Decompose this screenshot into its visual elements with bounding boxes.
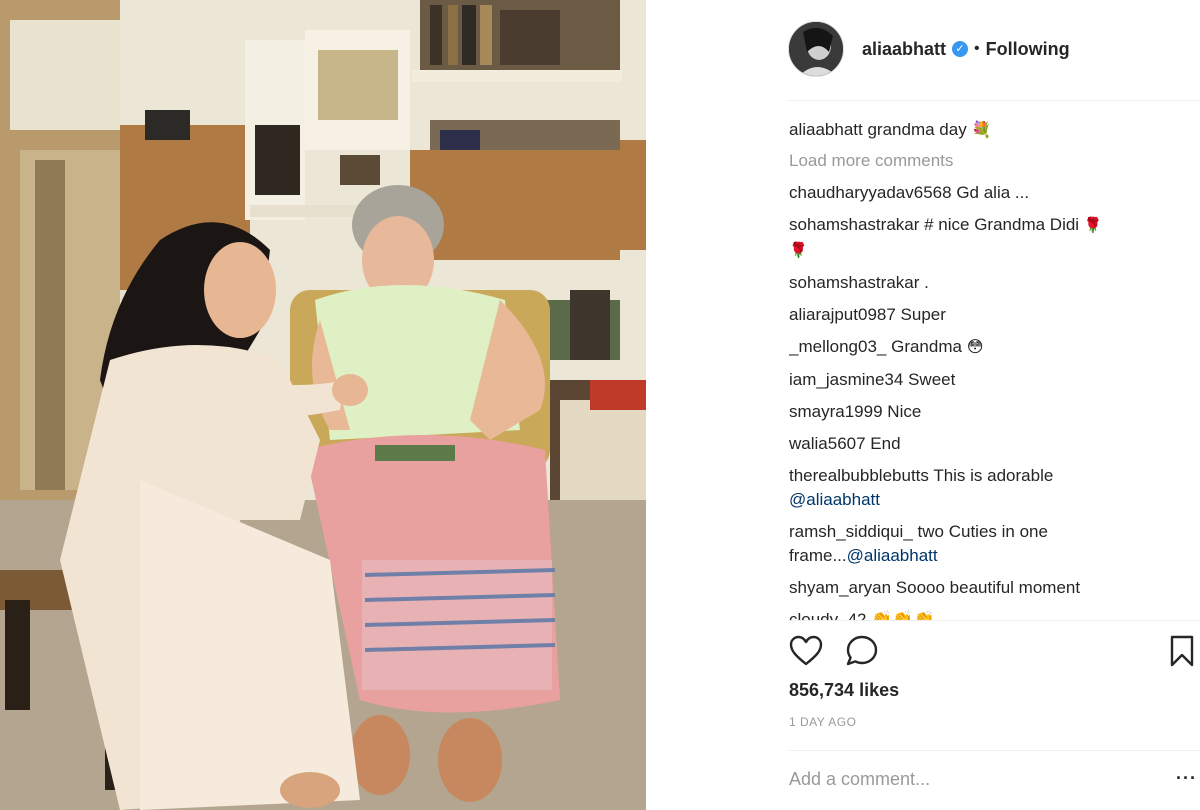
post-actions-bar bbox=[788, 633, 1194, 673]
post-author-username[interactable]: aliaabhatt bbox=[862, 39, 946, 60]
comment-text: Soooo beautiful moment bbox=[895, 578, 1081, 597]
comment-text: Super bbox=[900, 305, 946, 324]
post-photo[interactable] bbox=[0, 0, 646, 810]
post-photo-illustration bbox=[0, 0, 646, 810]
list-item: cloudy_42 👏👏👏 bbox=[789, 608, 1189, 620]
add-comment-input[interactable] bbox=[789, 764, 1149, 794]
list-item: smayra1999 Nice bbox=[789, 400, 1189, 424]
comment-username[interactable]: _mellong03_ bbox=[789, 337, 886, 356]
load-more-comments-link[interactable]: Load more comments bbox=[789, 151, 1189, 171]
comment-text: Nice bbox=[887, 402, 922, 421]
rose-emoji: 🌹 bbox=[789, 242, 808, 259]
comment-text: 👏👏👏 bbox=[871, 610, 935, 620]
speech-bubble-icon[interactable] bbox=[844, 633, 880, 669]
bookmark-icon[interactable] bbox=[1164, 633, 1200, 669]
comment-username[interactable]: therealbubblebutts bbox=[789, 466, 929, 485]
comment-username[interactable]: aliarajput0987 bbox=[789, 305, 896, 324]
header-divider bbox=[788, 100, 1200, 101]
comment-text: . bbox=[924, 273, 929, 292]
verified-badge-icon: ✓ bbox=[952, 41, 969, 57]
list-item: therealbubblebutts This is adorable @ali… bbox=[789, 464, 1189, 512]
comment-text: # nice Grandma Didi bbox=[924, 215, 1080, 234]
caption-username[interactable]: aliaabhatt bbox=[789, 120, 863, 139]
comment-username[interactable]: sohamshastrakar bbox=[789, 273, 919, 292]
list-item: sohamshastrakar . bbox=[789, 271, 1189, 295]
list-item: _mellong03_ Grandma 😳 bbox=[789, 335, 1189, 360]
comment-text: Gd alia ... bbox=[956, 183, 1030, 202]
comment-text: This is adorable bbox=[933, 466, 1054, 485]
comment-box-divider bbox=[788, 750, 1200, 751]
caption: aliaabhatt grandma day 💐 bbox=[789, 118, 1189, 143]
rose-emoji: 🌹 bbox=[1083, 217, 1103, 234]
comment-mention-link[interactable]: @aliaabhatt bbox=[789, 490, 880, 509]
post-timestamp[interactable]: 1 DAY AGO bbox=[789, 715, 856, 729]
heart-outline-icon[interactable] bbox=[788, 633, 824, 669]
bouquet-emoji: 💐 bbox=[971, 122, 992, 139]
comment-text: Grandma bbox=[891, 337, 962, 356]
caption-text: grandma day bbox=[867, 120, 967, 139]
layout-gap bbox=[646, 0, 756, 810]
flushed-face-emoji: 😳 bbox=[966, 339, 984, 356]
avatar-image bbox=[789, 22, 843, 76]
comment-username[interactable]: ramsh_siddiqui_ bbox=[789, 522, 913, 541]
comments-list[interactable]: aliaabhatt grandma day 💐 Load more comme… bbox=[789, 118, 1189, 620]
more-options-icon[interactable]: ··· bbox=[1176, 768, 1197, 789]
likes-count[interactable]: 856,734 likes bbox=[789, 680, 899, 701]
post-side-panel: aliaabhatt ✓ • Following aliaabhatt gran… bbox=[756, 0, 1200, 810]
comment-username[interactable]: sohamshastrakar bbox=[789, 215, 919, 234]
comment-username[interactable]: shyam_aryan bbox=[789, 578, 891, 597]
comment-username[interactable]: walia5607 bbox=[789, 434, 866, 453]
post-header: aliaabhatt ✓ • Following bbox=[788, 20, 1200, 78]
header-separator: • bbox=[974, 40, 980, 57]
list-item: walia5607 End bbox=[789, 432, 1189, 456]
list-item: ramsh_siddiqui_ two Cuties in one frame.… bbox=[789, 520, 1189, 568]
comment-username[interactable]: smayra1999 bbox=[789, 402, 883, 421]
list-item: sohamshastrakar # nice Grandma Didi 🌹 🌹 bbox=[789, 213, 1189, 263]
list-item: aliarajput0987 Super bbox=[789, 303, 1189, 327]
comment-mention-link[interactable]: @aliaabhatt bbox=[847, 546, 938, 565]
list-item: chaudharyyadav6568 Gd alia ... bbox=[789, 181, 1189, 205]
comment-username[interactable]: chaudharyyadav6568 bbox=[789, 183, 952, 202]
following-button[interactable]: Following bbox=[986, 39, 1070, 60]
comment-text: End bbox=[870, 434, 901, 453]
list-item: shyam_aryan Soooo beautiful moment bbox=[789, 576, 1189, 600]
comment-text: Sweet bbox=[908, 370, 956, 389]
avatar[interactable] bbox=[788, 21, 844, 77]
comment-username[interactable]: iam_jasmine34 bbox=[789, 370, 903, 389]
comment-username[interactable]: cloudy_42 bbox=[789, 610, 867, 620]
actions-divider bbox=[788, 620, 1200, 621]
list-item: iam_jasmine34 Sweet bbox=[789, 368, 1189, 392]
